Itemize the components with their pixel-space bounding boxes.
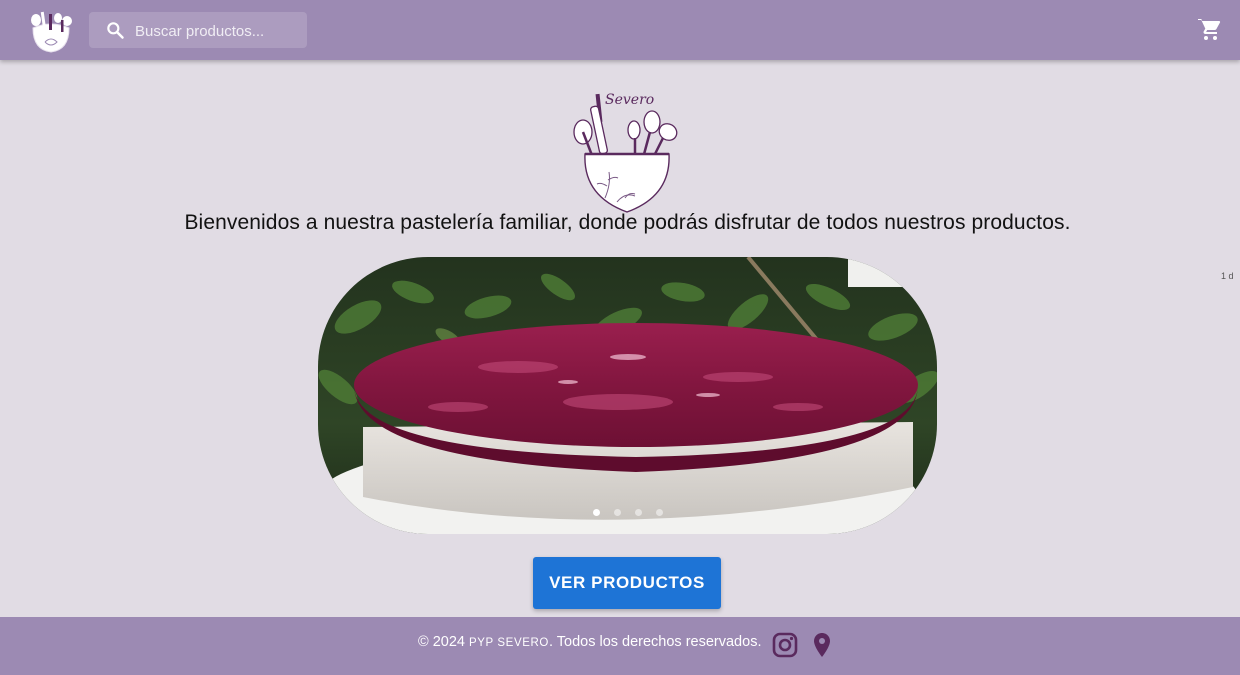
shopping-cart-icon[interactable] (1197, 18, 1221, 42)
brand-name: PYP SEVERO (469, 637, 549, 649)
brand-logo-icon[interactable] (25, 6, 77, 54)
top-app-bar (0, 0, 1240, 60)
view-products-button[interactable]: VER PRODUCTOS (533, 557, 721, 609)
map-pin-icon[interactable] (810, 632, 834, 658)
hero-logo-icon: Severo (573, 92, 678, 213)
logo-wordmark: Severo (605, 92, 654, 108)
carousel-dot[interactable] (655, 509, 663, 516)
cake-photo (318, 257, 937, 534)
carousel-dot[interactable] (592, 509, 600, 516)
carousel-indicators (318, 503, 937, 521)
side-marker-text: 1 d (1221, 271, 1234, 281)
instagram-icon[interactable] (772, 632, 798, 658)
copyright-text: © 2024 PYP SEVERO. Todos los derechos re… (418, 634, 761, 650)
search-input[interactable] (133, 12, 307, 50)
product-carousel[interactable] (318, 257, 937, 534)
rights-text: . Todos los derechos reservados. (548, 634, 762, 650)
carousel-dot[interactable] (634, 509, 642, 516)
copyright-year: © 2024 (418, 634, 465, 650)
welcome-message: Bienvenidos a nuestra pastelería familia… (184, 211, 1071, 234)
search-box[interactable] (89, 12, 307, 50)
footer: © 2024 PYP SEVERO. Todos los derechos re… (0, 617, 1240, 675)
search-icon (107, 22, 124, 39)
carousel-dot[interactable] (613, 509, 621, 516)
